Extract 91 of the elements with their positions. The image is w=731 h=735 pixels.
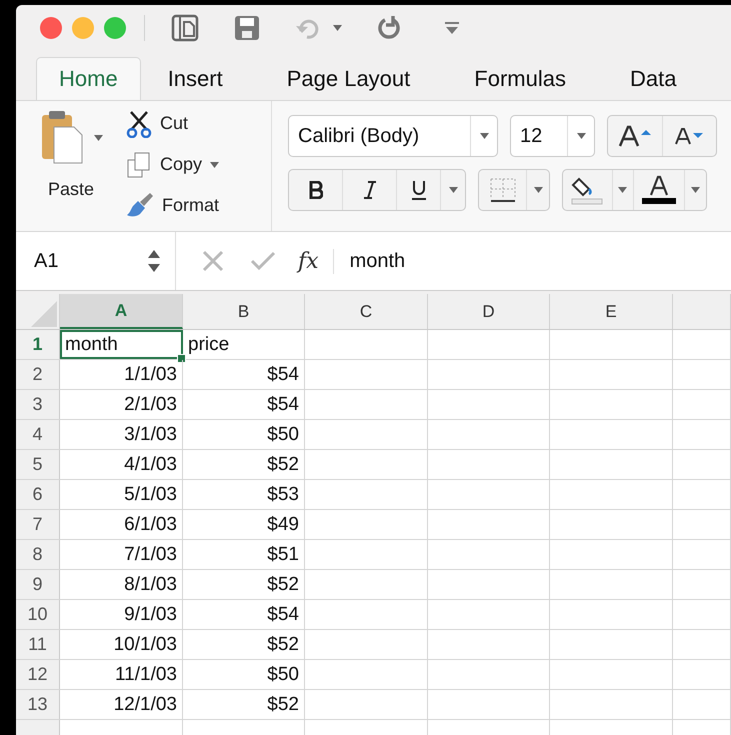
table-cell: 4/1/03	[60, 450, 183, 479]
insert-function-button[interactable]: fx	[298, 248, 334, 274]
paintbrush-icon[interactable]	[126, 192, 154, 218]
cut-button[interactable]: Cut	[160, 113, 188, 134]
column-header[interactable]: D	[428, 294, 550, 329]
ribbon-tab[interactable]: Formulas	[451, 57, 589, 100]
save-icon[interactable]	[233, 14, 261, 42]
caret-icon	[576, 133, 586, 139]
table-cell: $54	[183, 600, 305, 629]
ribbon-tab[interactable]: Insert	[144, 57, 246, 100]
ribbon-tab[interactable]: Home	[36, 57, 141, 100]
name-box[interactable]: A1	[16, 232, 176, 290]
caret-icon	[480, 133, 488, 139]
color-buttons[interactable]	[562, 169, 707, 211]
table-cell: 11/1/03	[60, 660, 183, 689]
redo-icon[interactable]	[376, 14, 402, 40]
table-cell: $54	[183, 360, 305, 389]
row-header[interactable]: 4	[16, 420, 60, 449]
caret-icon	[534, 187, 543, 193]
table-cell: $50	[183, 660, 305, 689]
table-cell: 5/1/03	[60, 480, 183, 509]
row-header[interactable]: 6	[16, 480, 60, 509]
table-cell: $50	[183, 420, 305, 449]
caret-icon	[94, 135, 102, 141]
close-button[interactable]	[40, 16, 62, 38]
row-header[interactable]: 10	[16, 600, 60, 629]
caret-icon	[691, 187, 700, 193]
formula-input[interactable]: month	[350, 250, 406, 272]
sidebar-toggle-icon[interactable]	[171, 14, 199, 42]
table-cell: 2/1/03	[60, 390, 183, 419]
table-cell: month	[60, 330, 183, 359]
row-header[interactable]: 9	[16, 570, 60, 599]
table-cell: $52	[183, 630, 305, 659]
row-header[interactable]: 13	[16, 690, 60, 719]
table-cell: 9/1/03	[60, 600, 183, 629]
row-header[interactable]: 1	[16, 330, 60, 359]
column-header[interactable]: A	[60, 294, 183, 329]
column-header[interactable]: C	[305, 294, 428, 329]
font-size-buttons[interactable]	[607, 115, 717, 157]
checkmark-icon[interactable]	[250, 251, 276, 271]
italic-icon[interactable]	[362, 181, 377, 199]
stepper-icon[interactable]	[147, 248, 161, 274]
table-cell: 7/1/03	[60, 540, 183, 569]
copy-icon[interactable]	[126, 150, 152, 179]
row-header[interactable]: 2	[16, 360, 60, 389]
table-cell: $52	[183, 450, 305, 479]
table-cell: 1/1/03	[60, 360, 183, 389]
caret-icon	[448, 187, 458, 193]
table-cell: price	[183, 330, 305, 359]
table-cell: 6/1/03	[60, 510, 183, 539]
shrink-font-icon[interactable]	[674, 127, 704, 145]
copy-button[interactable]: Copy	[160, 154, 202, 176]
ribbon-tab[interactable]: Data	[606, 57, 700, 100]
table-cell: $52	[183, 690, 305, 719]
customize-toolbar-icon[interactable]	[444, 20, 460, 34]
row-header[interactable]: 11	[16, 630, 60, 659]
table-cell: $54	[183, 390, 305, 419]
column-header[interactable]: B	[183, 294, 305, 329]
fill-bucket-icon	[571, 175, 604, 205]
format-painter-button[interactable]: Format	[162, 194, 220, 216]
borders-button[interactable]	[478, 169, 550, 211]
row-header[interactable]: 8	[16, 540, 60, 569]
table-cell: 10/1/03	[60, 630, 183, 659]
row-header[interactable]: 5	[16, 450, 60, 479]
text-style-buttons[interactable]	[288, 169, 466, 211]
underline-icon[interactable]	[410, 180, 427, 200]
row-header[interactable]: 3	[16, 390, 60, 419]
paste-label[interactable]: Paste	[48, 179, 94, 200]
scissors-icon[interactable]	[126, 110, 152, 138]
table-cell: $51	[183, 540, 305, 569]
grow-font-icon[interactable]	[618, 125, 652, 147]
table-cell: 3/1/03	[60, 420, 183, 449]
fill-handle[interactable]	[177, 354, 186, 363]
caret-icon	[333, 24, 342, 30]
bold-icon[interactable]	[308, 181, 323, 199]
row-header[interactable]: 12	[16, 660, 60, 689]
table-cell: $53	[183, 480, 305, 509]
column-header[interactable]: E	[550, 294, 673, 329]
borders-icon	[488, 177, 517, 203]
font-name-dropdown[interactable]: Calibri (Body)	[288, 115, 498, 157]
font-color-icon	[640, 175, 677, 205]
clipboard-icon[interactable]	[40, 111, 84, 165]
ribbon-tab[interactable]: Page Layout	[264, 57, 434, 100]
caret-icon	[618, 187, 628, 193]
row-header[interactable]: 7	[16, 510, 60, 539]
table-cell: $49	[183, 510, 305, 539]
table-cell: 12/1/03	[60, 690, 183, 719]
font-size-dropdown[interactable]: 12	[510, 115, 595, 157]
table-cell: $52	[183, 570, 305, 599]
table-cell: 8/1/03	[60, 570, 183, 599]
caret-icon	[210, 162, 220, 168]
